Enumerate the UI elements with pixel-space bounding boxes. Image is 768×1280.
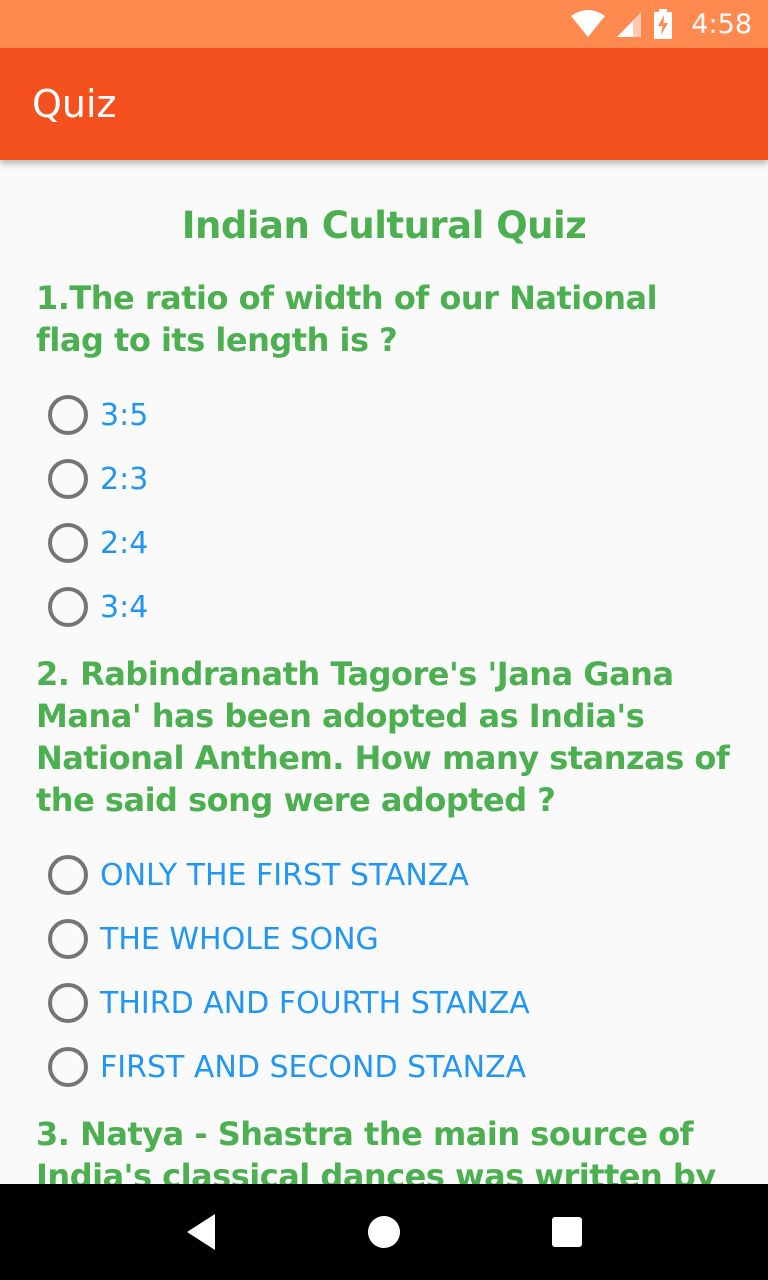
radio-circle-icon[interactable] <box>48 395 88 435</box>
radio-circle-icon[interactable] <box>48 919 88 959</box>
home-icon <box>367 1216 400 1248</box>
option-label: FIRST AND SECOND STANZA <box>100 1049 527 1085</box>
option-label: 3:5 <box>100 397 149 433</box>
app-title: Quiz <box>32 82 117 126</box>
question-1: 1.The ratio of width of our National fla… <box>36 279 658 359</box>
radio-circle-icon[interactable] <box>48 983 88 1023</box>
option-radio-button[interactable]: THE WHOLE SONG <box>36 907 732 971</box>
option-label: 2:4 <box>100 525 149 561</box>
cell-signal-icon <box>615 10 643 38</box>
radio-circle-icon[interactable] <box>48 1047 88 1087</box>
status-bar: 4:58 <box>0 0 768 48</box>
radio-circle-icon[interactable] <box>48 855 88 895</box>
option-radio-button[interactable]: 2:3 <box>36 447 732 511</box>
status-time: 4:58 <box>691 8 752 40</box>
option-radio-button[interactable]: ONLY THE FIRST STANZA <box>36 843 732 907</box>
battery-charging-icon <box>653 9 673 39</box>
wifi-icon <box>571 10 606 38</box>
option-label: 3:4 <box>100 589 149 625</box>
back-icon <box>187 1214 216 1250</box>
option-label: 2:3 <box>100 461 149 497</box>
navigation-bar <box>0 1184 768 1280</box>
app-bar: Quiz <box>0 48 768 160</box>
quiz-title: Indian Cultural Quiz <box>181 204 587 247</box>
question-2-options: ONLY THE FIRST STANZA THE WHOLE SONG THI… <box>36 843 732 1099</box>
question-3: 3. Natya - Shastra the main source of In… <box>36 1115 716 1184</box>
option-radio-button[interactable]: 3:4 <box>36 575 732 639</box>
home-button[interactable] <box>354 1202 414 1262</box>
question-1-options: 3:5 2:3 2:4 3:4 <box>36 383 732 639</box>
question-2: 2. Rabindranath Tagore's 'Jana Gana Mana… <box>36 655 730 819</box>
option-radio-button[interactable]: 3:5 <box>36 383 732 447</box>
recents-icon <box>551 1217 582 1247</box>
recents-button[interactable] <box>537 1202 597 1262</box>
quiz-scroll-view[interactable]: Indian Cultural Quiz 1.The ratio of widt… <box>0 160 768 1184</box>
radio-circle-icon[interactable] <box>48 587 88 627</box>
option-label: ONLY THE FIRST STANZA <box>100 857 469 893</box>
radio-circle-icon[interactable] <box>48 523 88 563</box>
radio-circle-icon[interactable] <box>48 459 88 499</box>
option-radio-button[interactable]: THIRD AND FOURTH STANZA <box>36 971 732 1035</box>
option-label: THE WHOLE SONG <box>100 921 379 957</box>
option-radio-button[interactable]: 2:4 <box>36 511 732 575</box>
option-radio-button[interactable]: FIRST AND SECOND STANZA <box>36 1035 732 1099</box>
back-button[interactable] <box>171 1202 231 1262</box>
option-label: THIRD AND FOURTH STANZA <box>100 985 530 1021</box>
